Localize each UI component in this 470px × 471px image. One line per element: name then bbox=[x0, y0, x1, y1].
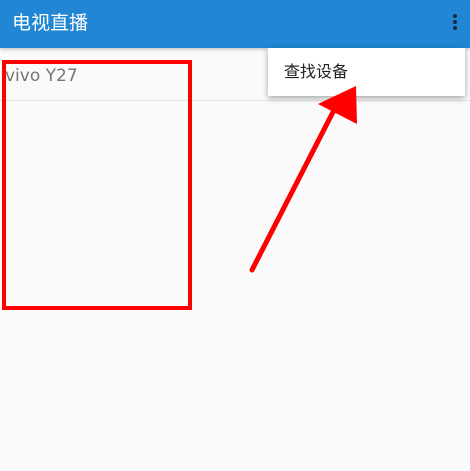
app-bar: 电视直播 bbox=[0, 0, 470, 48]
more-vert-icon bbox=[453, 14, 457, 18]
app-bar-title: 电视直播 bbox=[12, 12, 89, 34]
menu-item-find-device[interactable]: 查找设备 bbox=[268, 48, 465, 96]
overflow-menu: 查找设备 bbox=[268, 48, 465, 96]
highlight-box bbox=[2, 60, 192, 310]
app-screen: 电视直播 vivo Y27 查找设备 bbox=[0, 0, 470, 471]
menu-item-label: 查找设备 bbox=[284, 62, 349, 81]
more-options-button[interactable] bbox=[444, 10, 466, 38]
